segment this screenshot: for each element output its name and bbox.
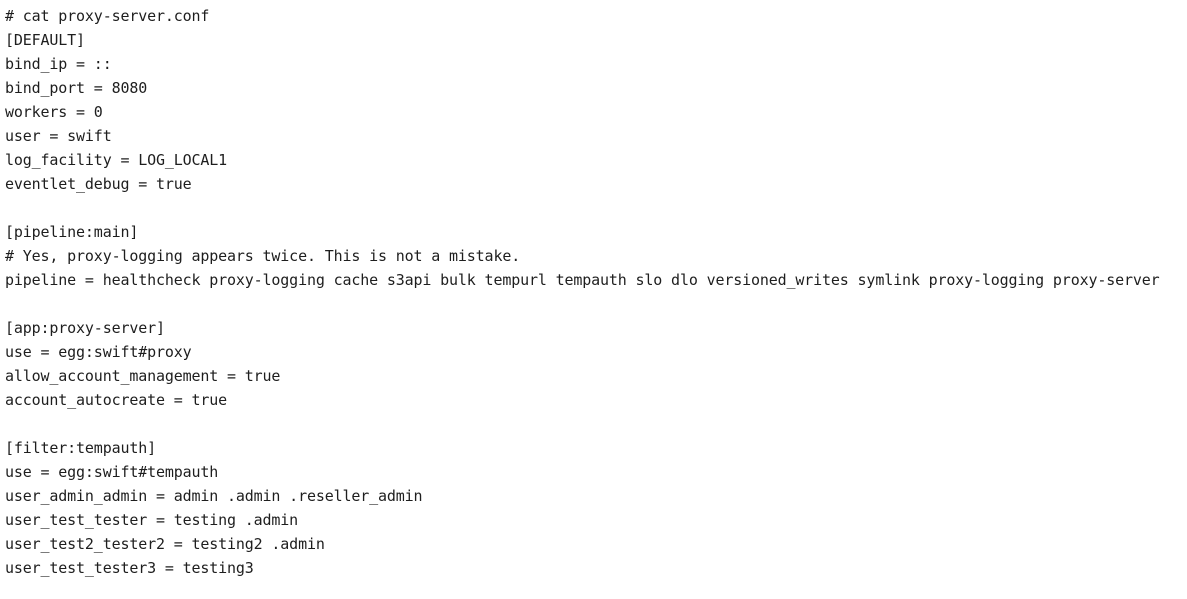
config-line: use = egg:swift#proxy <box>5 343 192 361</box>
comment-line: # Yes, proxy-logging appears twice. This… <box>5 247 521 265</box>
config-line: user_test_tester = testing .admin <box>5 511 299 529</box>
terminal-output[interactable]: # cat proxy-server.conf [DEFAULT] bind_i… <box>0 0 1187 599</box>
section-header-filter-tempauth: [filter:tempauth] <box>5 439 156 457</box>
config-line: use = egg:swift#tempauth <box>5 463 219 481</box>
config-line: user_test_tester3 = testing3 <box>5 559 254 577</box>
config-line: allow_account_management = true <box>5 367 281 385</box>
config-line: workers = 0 <box>5 103 103 121</box>
config-line: bind_port = 8080 <box>5 79 148 97</box>
config-line: eventlet_debug = true <box>5 175 192 193</box>
config-line: user = swift <box>5 127 112 145</box>
config-line: user_admin_admin = admin .admin .reselle… <box>5 487 423 505</box>
config-line: log_facility = LOG_LOCAL1 <box>5 151 228 169</box>
section-header-app-proxy-server: [app:proxy-server] <box>5 319 165 337</box>
command-line: # cat proxy-server.conf <box>5 7 210 25</box>
section-header-default: [DEFAULT] <box>5 31 85 49</box>
config-text: # cat proxy-server.conf [DEFAULT] bind_i… <box>5 4 1160 580</box>
config-line: pipeline = healthcheck proxy-logging cac… <box>5 271 1160 289</box>
config-line: bind_ip = :: <box>5 55 112 73</box>
section-header-pipeline-main: [pipeline:main] <box>5 223 139 241</box>
config-line: account_autocreate = true <box>5 391 228 409</box>
config-line: user_test2_tester2 = testing2 .admin <box>5 535 325 553</box>
